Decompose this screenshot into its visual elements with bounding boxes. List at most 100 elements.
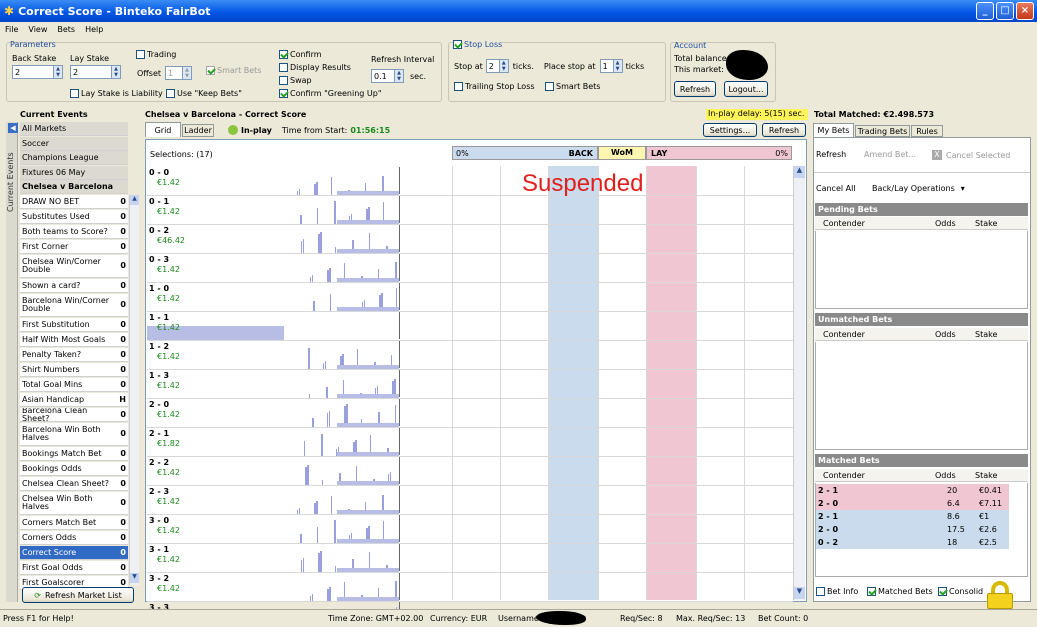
cancel-selected-button[interactable]: X Cancel Selected xyxy=(932,150,1010,160)
tree-soccer[interactable]: Soccer xyxy=(20,137,128,151)
backlay-ops-button[interactable]: Back/Lay Operations ▾ xyxy=(872,184,965,193)
menu-file[interactable]: File xyxy=(0,25,23,34)
minimize-button[interactable]: _ xyxy=(976,2,994,20)
lay-stake-spinner-icon[interactable]: ▲ ▼ xyxy=(112,65,121,79)
lay-stake-field[interactable]: 2 ▲ ▼ xyxy=(70,65,121,79)
selection-row[interactable]: 1 - 2 €1.42 xyxy=(147,341,793,370)
refresh-market-list-button[interactable]: ⟳ Refresh Market List xyxy=(22,587,134,603)
market-item[interactable]: Both teams to Score? 0 xyxy=(20,225,128,239)
selection-row[interactable]: 1 - 3 €1.42 xyxy=(147,370,793,399)
current-events-sidetab[interactable]: Current Events xyxy=(6,122,18,602)
selection-row[interactable]: 3 - 0 €1.42 xyxy=(147,515,793,544)
selection-row[interactable]: 2 - 3 €1.42 xyxy=(147,486,793,515)
greening-checkbox[interactable]: Confirm "Greening Up" xyxy=(279,89,382,98)
market-item[interactable]: Total Goal Mins 0 xyxy=(20,378,128,392)
selection-row[interactable]: 2 - 1 €1.82 xyxy=(147,428,793,457)
matched-bets-checkbox[interactable]: Matched Bets xyxy=(867,587,933,596)
place-stop-input[interactable]: 1 xyxy=(599,59,614,73)
logout-button[interactable]: Logout... xyxy=(724,81,768,97)
smart-bets-checkbox[interactable]: Smart Bets xyxy=(206,66,261,75)
market-item[interactable]: Corners Match Bet 0 xyxy=(20,516,128,530)
maximize-button[interactable]: □ xyxy=(996,2,1014,20)
lock-icon[interactable] xyxy=(985,581,1015,609)
tree-event[interactable]: Chelsea v Barcelona xyxy=(20,180,128,194)
display-results-checkbox[interactable]: Display Results xyxy=(279,63,351,72)
grid-scrollbar[interactable]: ▲ ▼ xyxy=(793,166,805,600)
swap-checkbox[interactable]: Swap xyxy=(279,76,312,85)
consolidate-checkbox[interactable]: Consolid xyxy=(938,587,983,596)
settings-button[interactable]: Settings... xyxy=(703,123,757,137)
market-item[interactable]: Chelsea Clean Sheet? 0 xyxy=(20,477,128,491)
tab-my-bets[interactable]: My Bets xyxy=(813,123,854,137)
lay-liability-checkbox-icon[interactable] xyxy=(70,89,79,98)
market-item[interactable]: Barcelona Win Both Halves 0 xyxy=(20,423,128,446)
trailing-stop-checkbox[interactable]: Trailing Stop Loss xyxy=(454,82,535,91)
tree-champions-league[interactable]: Champions League xyxy=(20,151,128,165)
matched-bets-checkbox-icon[interactable] xyxy=(867,587,876,596)
market-item[interactable]: Substitutes Used 0 xyxy=(20,210,128,224)
back-stake-spinner-icon[interactable]: ▲ ▼ xyxy=(54,65,63,79)
keep-bets-checkbox[interactable]: Use "Keep Bets" xyxy=(166,89,242,98)
market-item[interactable]: DRAW NO BET 0 xyxy=(20,195,128,209)
selection-row[interactable]: 1 - 1 €1.42 xyxy=(147,312,793,341)
collapse-icon[interactable]: ◀ xyxy=(8,123,18,133)
tab-rules[interactable]: Rules xyxy=(911,125,943,137)
market-item[interactable]: Corners Odds 0 xyxy=(20,531,128,545)
selection-row[interactable]: 1 - 0 €1.42 xyxy=(147,283,793,312)
market-item[interactable]: Barcelona Clean Sheet? 0 xyxy=(20,408,128,422)
bet-info-checkbox[interactable]: Bet Info xyxy=(816,587,858,596)
confirm-checkbox[interactable]: Confirm xyxy=(279,50,322,59)
tree-fixtures[interactable]: Fixtures 06 May xyxy=(20,166,128,180)
market-item[interactable]: Shirt Numbers 0 xyxy=(20,363,128,377)
stop-loss-checkbox[interactable]: Stop Loss xyxy=(453,40,503,49)
trading-checkbox[interactable]: Trading xyxy=(136,50,176,59)
keep-bets-checkbox-icon[interactable] xyxy=(166,89,175,98)
markets-scrollbar[interactable]: ▲ ▼ xyxy=(129,195,139,585)
selection-row[interactable]: 3 - 2 €1.42 xyxy=(147,573,793,602)
selection-row[interactable]: 0 - 0 €1.42 xyxy=(147,167,793,196)
refresh-interval-spinner-icon[interactable]: ▲ ▼ xyxy=(395,69,404,83)
market-item[interactable]: Correct Score 0 xyxy=(20,546,128,560)
market-item[interactable]: Asian Handicap H xyxy=(20,393,128,407)
market-item[interactable]: First Corner 0 xyxy=(20,240,128,254)
cancel-all-button[interactable]: Cancel All xyxy=(816,184,856,193)
back-stake-input[interactable]: 2 xyxy=(12,65,54,79)
market-item[interactable]: Half With Most Goals 0 xyxy=(20,333,128,347)
tab-grid[interactable]: Grid xyxy=(145,122,181,137)
smart-bets-checkbox-icon[interactable] xyxy=(206,66,215,75)
bet-info-checkbox-icon[interactable] xyxy=(816,587,825,596)
scroll-down-icon[interactable]: ▼ xyxy=(130,573,139,583)
market-item[interactable]: Chelsea Win Both Halves 0 xyxy=(20,492,128,515)
amend-bet-button[interactable]: Amend Bet... xyxy=(864,150,916,159)
stop-loss-checkbox-icon[interactable] xyxy=(453,40,462,49)
trailing-stop-checkbox-icon[interactable] xyxy=(454,82,463,91)
market-item[interactable]: Barcelona Win/Corner Double 0 xyxy=(20,294,128,317)
offset-input[interactable]: 1 xyxy=(165,66,184,80)
selection-row[interactable]: 2 - 2 €1.42 xyxy=(147,457,793,486)
place-stop-spinner-icon[interactable]: ▲ ▼ xyxy=(613,59,623,73)
menu-view[interactable]: View xyxy=(23,25,52,34)
selection-row[interactable]: 0 - 2 €46.42 xyxy=(147,225,793,254)
account-refresh-button[interactable]: Refresh xyxy=(674,81,716,97)
market-item[interactable]: Chelsea Win/Corner Double 0 xyxy=(20,255,128,278)
back-stake-field[interactable]: 2 ▲ ▼ xyxy=(12,65,63,79)
close-button[interactable]: × xyxy=(1016,2,1034,20)
market-item[interactable]: First Goal Odds 0 xyxy=(20,561,128,575)
consolidate-checkbox-icon[interactable] xyxy=(938,587,947,596)
menu-help[interactable]: Help xyxy=(80,25,108,34)
lay-stake-input[interactable]: 2 xyxy=(70,65,112,79)
confirm-checkbox-icon[interactable] xyxy=(279,50,288,59)
stop-at-input[interactable]: 2 xyxy=(485,59,500,73)
stop-smart-bets-checkbox-icon[interactable] xyxy=(545,82,554,91)
bets-refresh-button[interactable]: Refresh xyxy=(816,150,846,159)
market-item[interactable]: Penalty Taken? 0 xyxy=(20,348,128,362)
selection-row[interactable]: 0 - 3 €1.42 xyxy=(147,254,793,283)
market-item[interactable]: Bookings Odds 0 xyxy=(20,462,128,476)
offset-spinner-icon[interactable]: ▲ ▼ xyxy=(183,66,193,80)
center-refresh-button[interactable]: Refresh xyxy=(762,123,806,137)
refresh-interval-input[interactable]: 0.1 xyxy=(371,69,395,83)
display-results-checkbox-icon[interactable] xyxy=(279,63,288,72)
menu-bets[interactable]: Bets xyxy=(52,25,80,34)
swap-checkbox-icon[interactable] xyxy=(279,76,288,85)
market-item[interactable]: First Substitution 0 xyxy=(20,318,128,332)
